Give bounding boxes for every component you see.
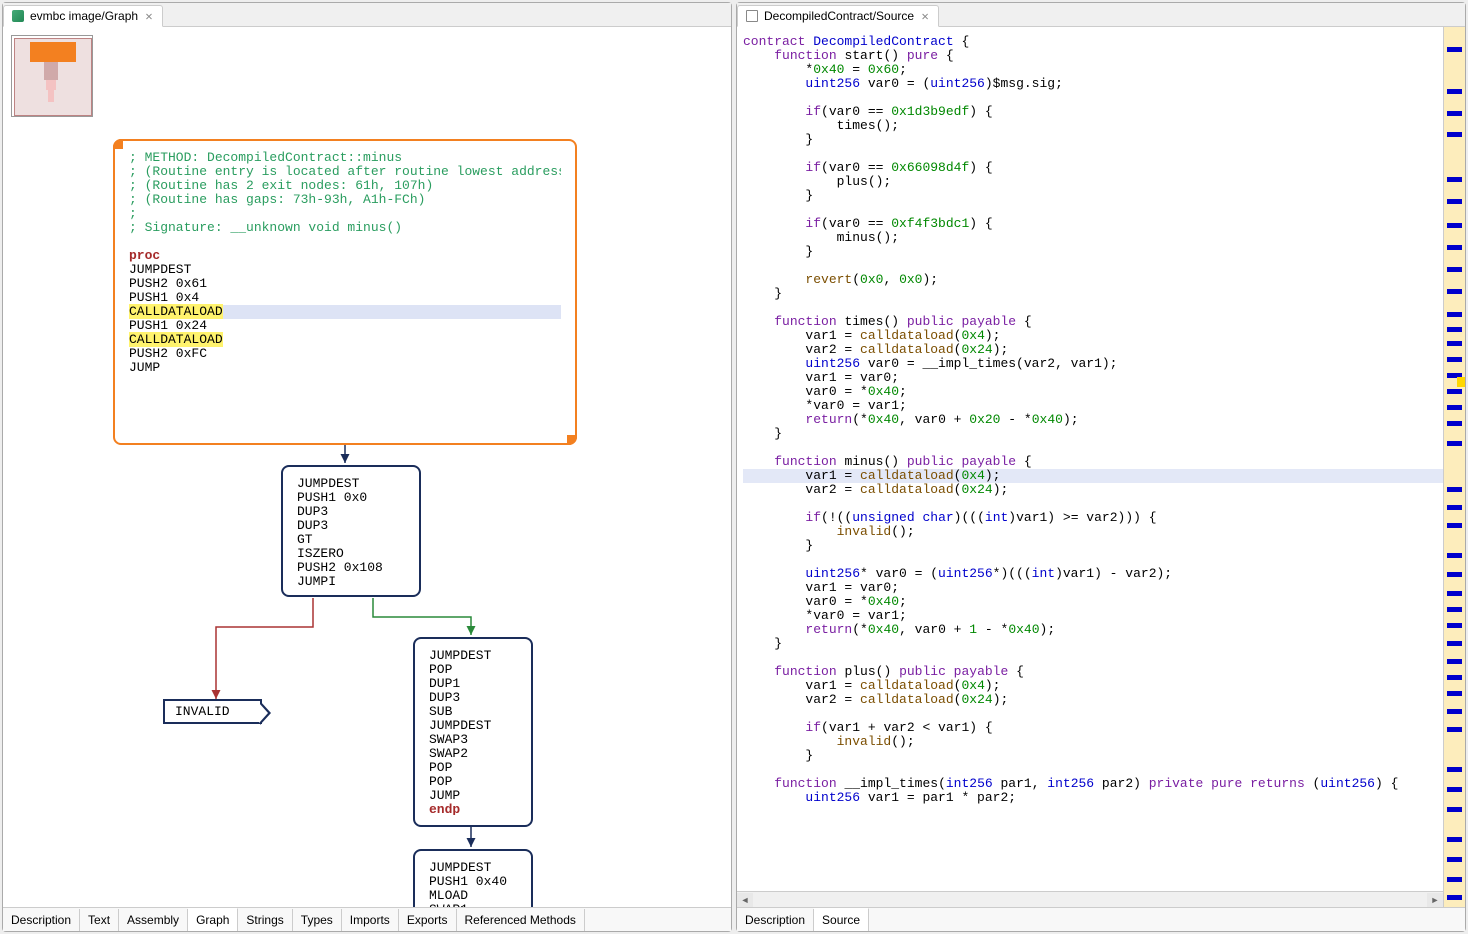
bottom-tab-types[interactable]: Types — [293, 909, 342, 931]
close-icon[interactable]: ✕ — [920, 11, 930, 21]
source-panel: DecompiledContract/Source ✕ contract Dec… — [736, 2, 1466, 932]
graph-tab-icon — [12, 10, 24, 22]
bottom-tab-referenced-methods[interactable]: Referenced Methods — [457, 909, 585, 931]
source-content[interactable]: contract DecompiledContract { function s… — [737, 27, 1465, 907]
scroll-right-icon[interactable]: ► — [1427, 893, 1443, 907]
bottom-tab-assembly[interactable]: Assembly — [119, 909, 188, 931]
bottom-tab-source[interactable]: Source — [814, 908, 869, 931]
bottom-tab-exports[interactable]: Exports — [399, 909, 457, 931]
bottom-tab-text[interactable]: Text — [80, 909, 119, 931]
graph-node-main[interactable]: ; METHOD: DecompiledContract::minus ; (R… — [113, 139, 577, 445]
graph-node-2[interactable]: JUMPDEST PUSH1 0x0 DUP3 DUP3 GT ISZERO P… — [281, 465, 421, 597]
left-bottom-tabs: DescriptionTextAssemblyGraphStringsTypes… — [3, 907, 731, 931]
overview-gutter[interactable] — [1443, 27, 1465, 907]
bottom-tab-imports[interactable]: Imports — [342, 909, 399, 931]
bottom-tab-description[interactable]: Description — [737, 909, 814, 931]
bottom-tab-strings[interactable]: Strings — [238, 909, 292, 931]
horizontal-scrollbar[interactable]: ◄ ► — [737, 891, 1443, 907]
graph-tab[interactable]: evmbc image/Graph ✕ — [3, 5, 163, 27]
bottom-tab-graph[interactable]: Graph — [188, 908, 238, 931]
graph-node-invalid[interactable]: INVALID — [163, 699, 262, 724]
source-tab[interactable]: DecompiledContract/Source ✕ — [737, 5, 939, 27]
graph-node-3[interactable]: JUMPDEST POP DUP1 DUP3 SUB JUMPDEST SWAP… — [413, 637, 533, 827]
source-tab-label: DecompiledContract/Source — [764, 9, 914, 23]
close-icon[interactable]: ✕ — [144, 11, 154, 21]
source-tab-icon — [746, 10, 758, 22]
graph-tab-label: evmbc image/Graph — [30, 9, 138, 23]
right-bottom-tabs: DescriptionSource — [737, 907, 1465, 931]
bottom-tab-description[interactable]: Description — [3, 909, 80, 931]
left-tab-bar: evmbc image/Graph ✕ — [3, 3, 731, 27]
right-tab-bar: DecompiledContract/Source ✕ — [737, 3, 1465, 27]
graph-overview[interactable] — [11, 35, 93, 117]
graph-node-4[interactable]: JUMPDEST PUSH1 0x40 MLOAD SWAP1 — [413, 849, 533, 907]
scroll-left-icon[interactable]: ◄ — [737, 893, 753, 907]
graph-panel: evmbc image/Graph ✕ ; METHOD: Decompiled… — [2, 2, 732, 932]
graph-content[interactable]: ; METHOD: DecompiledContract::minus ; (R… — [3, 27, 731, 907]
